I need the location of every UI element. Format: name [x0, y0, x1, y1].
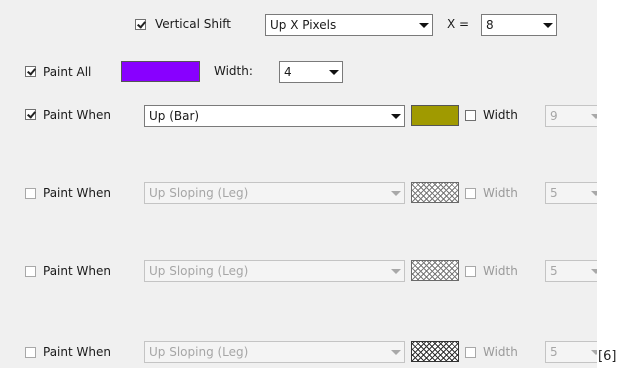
chevron-down-icon[interactable]	[415, 15, 432, 35]
page-margin	[597, 0, 642, 368]
paint-when-width-label: Width	[483, 345, 518, 359]
paint-when-condition-select[interactable]: Up Sloping (Leg)	[144, 182, 405, 204]
paint-all-width-label: Width:	[214, 64, 253, 78]
paint-when-width-checkbox[interactable]	[465, 110, 476, 121]
paint-when-width-checkbox[interactable]	[465, 266, 476, 277]
vertical-shift-checkbox[interactable]	[135, 19, 146, 30]
footnote-reference[interactable]: [6]	[598, 349, 616, 365]
paint-when-label: Paint When	[43, 264, 111, 278]
paint-when-width-label: Width	[483, 186, 518, 200]
paint-all-color-swatch[interactable]	[121, 61, 200, 82]
chevron-down-icon[interactable]	[387, 106, 404, 126]
paint-when-width-value: 5	[550, 186, 558, 200]
paint-when-hatched-swatch[interactable]	[411, 182, 459, 203]
paint-when-condition-value: Up Sloping (Leg)	[149, 264, 249, 278]
paint-when-width-value: 5	[550, 345, 558, 359]
paint-when-condition-select[interactable]: Up Sloping (Leg)	[144, 341, 405, 363]
settings-panel: Vertical Shift Up X Pixels X = 8 Paint A…	[0, 0, 605, 368]
x-value-select[interactable]: 8	[481, 14, 557, 36]
paint-when-color-swatch[interactable]	[411, 105, 459, 126]
paint-all-label: Paint All	[43, 65, 92, 79]
paint-when-condition-select[interactable]: Up Sloping (Leg)	[144, 260, 405, 282]
paint-when-label: Paint When	[43, 108, 111, 122]
vertical-shift-direction-select[interactable]: Up X Pixels	[265, 14, 433, 36]
paint-when-width-value: 9	[550, 109, 558, 123]
paint-when-checkbox[interactable]	[25, 109, 36, 120]
paint-when-width-select[interactable]: 5	[545, 182, 605, 204]
paint-when-condition-value: Up Sloping (Leg)	[149, 186, 249, 200]
x-equals-label: X =	[447, 17, 470, 31]
vertical-shift-label: Vertical Shift	[155, 17, 232, 31]
paint-when-label: Paint When	[43, 186, 111, 200]
paint-all-width-select[interactable]: 4	[279, 61, 343, 83]
paint-all-checkbox[interactable]	[25, 66, 36, 77]
chevron-down-icon[interactable]	[387, 261, 404, 281]
paint-when-condition-value: Up Sloping (Leg)	[149, 345, 249, 359]
paint-when-hatched-swatch[interactable]	[411, 260, 459, 281]
paint-when-width-checkbox[interactable]	[465, 188, 476, 199]
paint-when-width-value: 5	[550, 264, 558, 278]
chevron-down-icon[interactable]	[325, 62, 342, 82]
paint-when-checkbox[interactable]	[25, 266, 36, 277]
chevron-down-icon[interactable]	[387, 342, 404, 362]
paint-when-width-select[interactable]: 9	[545, 105, 605, 127]
paint-when-condition-value: Up (Bar)	[149, 109, 200, 123]
paint-when-label: Paint When	[43, 345, 111, 359]
chevron-down-icon[interactable]	[387, 183, 404, 203]
paint-when-width-checkbox[interactable]	[465, 347, 476, 358]
paint-when-width-label: Width	[483, 264, 518, 278]
paint-when-checkbox[interactable]	[25, 347, 36, 358]
paint-when-hatched-swatch[interactable]	[411, 341, 459, 362]
paint-when-checkbox[interactable]	[25, 188, 36, 199]
paint-when-width-select[interactable]: 5	[545, 260, 605, 282]
chevron-down-icon[interactable]	[539, 15, 556, 35]
paint-when-width-select[interactable]: 5	[545, 341, 605, 363]
paint-when-condition-select[interactable]: Up (Bar)	[144, 105, 405, 127]
paint-all-width-value: 4	[284, 65, 292, 79]
x-value: 8	[486, 18, 494, 32]
paint-when-width-label: Width	[483, 108, 518, 122]
vertical-shift-direction-value: Up X Pixels	[270, 18, 337, 32]
